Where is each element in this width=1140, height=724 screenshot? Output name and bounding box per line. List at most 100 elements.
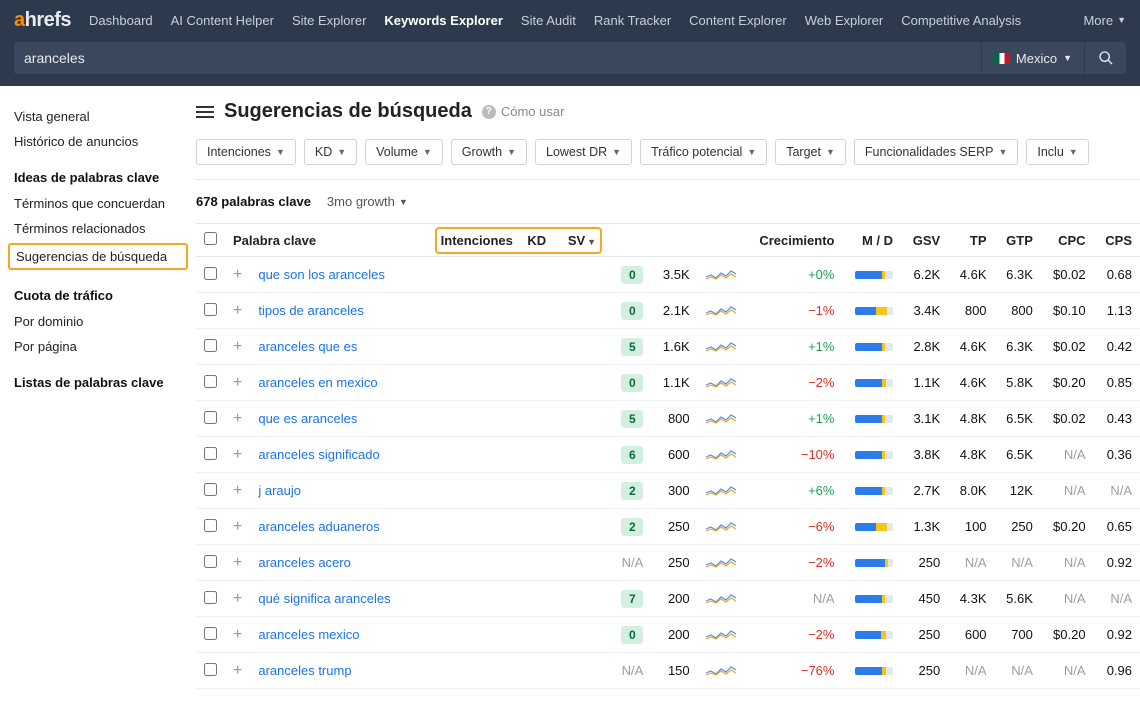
filter-lowest-dr[interactable]: Lowest DR▼ <box>535 139 632 165</box>
row-checkbox[interactable] <box>204 555 217 568</box>
nav-item-site-explorer[interactable]: Site Explorer <box>292 13 366 28</box>
row-checkbox[interactable] <box>204 591 217 604</box>
row-checkbox[interactable] <box>204 663 217 676</box>
col-tp[interactable]: TP <box>948 224 994 257</box>
expand-row-button[interactable]: + <box>225 509 250 545</box>
expand-row-button[interactable]: + <box>225 293 250 329</box>
expand-row-button[interactable]: + <box>225 653 250 689</box>
row-checkbox[interactable] <box>204 627 217 640</box>
cell-gsv: 3.8K <box>901 437 948 473</box>
nav-item-ai-content-helper[interactable]: AI Content Helper <box>171 13 274 28</box>
col-cps[interactable]: CPS <box>1094 224 1140 257</box>
filter-target[interactable]: Target▼ <box>775 139 846 165</box>
chevron-down-icon: ▼ <box>1117 15 1126 25</box>
keyword-link[interactable]: j araujo <box>258 483 301 498</box>
expand-row-button[interactable]: + <box>225 365 250 401</box>
keyword-link[interactable]: tipos de aranceles <box>258 303 364 318</box>
sparkline-icon <box>706 373 736 389</box>
cell-cpc: $0.10 <box>1041 293 1094 329</box>
keyword-link[interactable]: aranceles mexico <box>258 627 359 642</box>
row-checkbox[interactable] <box>204 339 217 352</box>
col-gtp[interactable]: GTP <box>995 224 1041 257</box>
keyword-link[interactable]: aranceles trump <box>258 663 351 678</box>
expand-row-button[interactable]: + <box>225 581 250 617</box>
sidebar-item-vista-general[interactable]: Vista general <box>14 104 182 129</box>
chevron-down-icon: ▼ <box>612 147 621 157</box>
nav-item-site-audit[interactable]: Site Audit <box>521 13 576 28</box>
sidebar-item-histórico-de-anuncios[interactable]: Histórico de anuncios <box>14 129 182 154</box>
col-sv[interactable]: SV▼ <box>568 233 596 248</box>
main-content: Sugerencias de búsqueda ? Cómo usar Inte… <box>192 86 1140 689</box>
keyword-link[interactable]: aranceles acero <box>258 555 351 570</box>
growth-range-selector[interactable]: 3mo growth ▼ <box>327 194 408 209</box>
filter-intenciones[interactable]: Intenciones▼ <box>196 139 296 165</box>
cell-cpc: N/A <box>1041 473 1094 509</box>
filter-inclu[interactable]: Inclu▼ <box>1026 139 1088 165</box>
row-checkbox[interactable] <box>204 447 217 460</box>
table-row: +aranceles en mexico01.1K−2%1.1K4.6K5.8K… <box>196 365 1140 401</box>
brand-logo[interactable]: ahrefs <box>14 9 71 32</box>
expand-row-button[interactable]: + <box>225 329 250 365</box>
search-button[interactable] <box>1084 42 1126 74</box>
nav-item-keywords-explorer[interactable]: Keywords Explorer <box>384 13 503 28</box>
nav-item-content-explorer[interactable]: Content Explorer <box>689 13 787 28</box>
col-md[interactable]: M / D <box>842 224 901 257</box>
cell-kd: 2 <box>610 509 651 545</box>
row-checkbox[interactable] <box>204 267 217 280</box>
keyword-link[interactable]: que son los aranceles <box>258 267 384 282</box>
filter-funcionalidades-serp[interactable]: Funcionalidades SERP▼ <box>854 139 1018 165</box>
nav-item-dashboard[interactable]: Dashboard <box>89 13 153 28</box>
col-cpc[interactable]: CPC <box>1041 224 1094 257</box>
cell-kd: 0 <box>610 257 651 293</box>
keyword-link[interactable]: aranceles aduaneros <box>258 519 379 534</box>
sidebar-item-términos-relacionados[interactable]: Términos relacionados <box>14 216 182 241</box>
expand-row-button[interactable]: + <box>225 437 250 473</box>
sidebar-item-sugerencias-de-búsqueda[interactable]: Sugerencias de búsqueda <box>8 243 188 270</box>
filter-kd[interactable]: KD▼ <box>304 139 357 165</box>
keyword-link[interactable]: que es aranceles <box>258 411 357 426</box>
sparkline-icon <box>706 517 736 533</box>
how-to-use-link[interactable]: ? Cómo usar <box>482 104 565 119</box>
filter-growth[interactable]: Growth▼ <box>451 139 527 165</box>
cell-kd: 2 <box>610 473 651 509</box>
row-checkbox[interactable] <box>204 303 217 316</box>
keyword-search-input[interactable]: aranceles <box>14 42 981 74</box>
sidebar-item-por-dominio[interactable]: Por dominio <box>14 309 182 334</box>
col-keyword[interactable]: Palabra clave <box>225 224 411 257</box>
sidebar-item-términos-que-concuerdan[interactable]: Términos que concuerdan <box>14 191 182 216</box>
expand-row-button[interactable]: + <box>225 401 250 437</box>
cell-tp: 8.0K <box>948 473 994 509</box>
row-checkbox[interactable] <box>204 375 217 388</box>
cell-md <box>842 365 901 401</box>
expand-row-button[interactable]: + <box>225 545 250 581</box>
nav-item-rank-tracker[interactable]: Rank Tracker <box>594 13 671 28</box>
keyword-link[interactable]: aranceles que es <box>258 339 357 354</box>
sparkline-icon <box>706 553 736 569</box>
col-intenciones[interactable]: Intenciones <box>441 233 513 248</box>
keyword-link[interactable]: aranceles significado <box>258 447 379 462</box>
nav-item-competitive-analysis[interactable]: Competitive Analysis <box>901 13 1021 28</box>
country-selector[interactable]: Mexico ▼ <box>981 42 1084 74</box>
col-kd[interactable]: KD <box>527 233 546 248</box>
menu-toggle-icon[interactable] <box>196 103 214 121</box>
row-checkbox[interactable] <box>204 519 217 532</box>
table-row: +que son los aranceles03.5K+0%6.2K4.6K6.… <box>196 257 1140 293</box>
expand-row-button[interactable]: + <box>225 473 250 509</box>
nav-item-web-explorer[interactable]: Web Explorer <box>805 13 884 28</box>
cell-growth: −76% <box>744 653 843 689</box>
col-gsv[interactable]: GSV <box>901 224 948 257</box>
expand-row-button[interactable]: + <box>225 257 250 293</box>
keyword-link[interactable]: qué significa aranceles <box>258 591 390 606</box>
chevron-down-icon: ▼ <box>826 147 835 157</box>
filter-tráfico-potencial[interactable]: Tráfico potencial▼ <box>640 139 767 165</box>
filter-volume[interactable]: Volume▼ <box>365 139 443 165</box>
select-all-checkbox[interactable] <box>204 232 217 245</box>
col-crecimiento[interactable]: Crecimiento <box>744 224 843 257</box>
keyword-link[interactable]: aranceles en mexico <box>258 375 377 390</box>
row-checkbox[interactable] <box>204 483 217 496</box>
expand-row-button[interactable]: + <box>225 617 250 653</box>
row-checkbox[interactable] <box>204 411 217 424</box>
sidebar-item-por-página[interactable]: Por página <box>14 334 182 359</box>
nav-more[interactable]: More▼ <box>1083 13 1126 28</box>
cell-growth: −2% <box>744 545 843 581</box>
